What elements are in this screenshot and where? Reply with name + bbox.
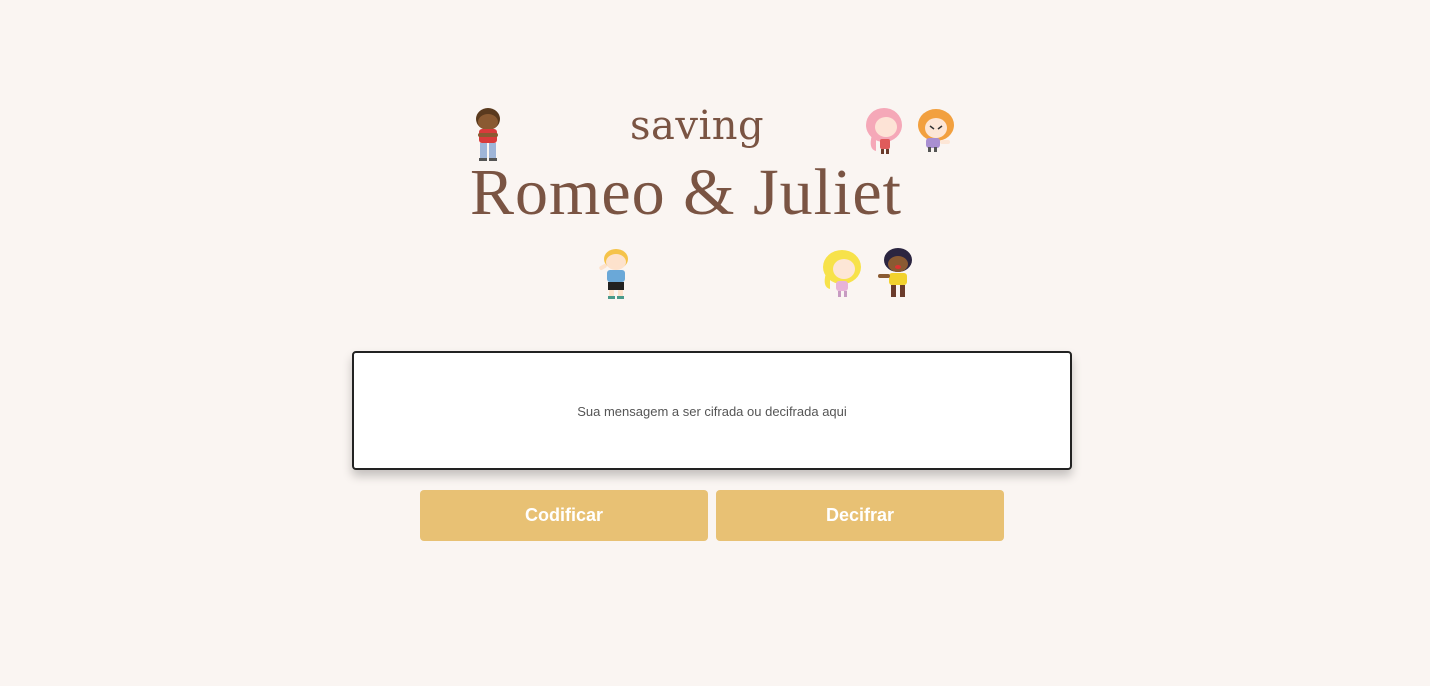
girl-blonde-icon <box>823 250 861 297</box>
logo: saving Romeo & Juliet <box>440 95 990 310</box>
logo-title: Romeo & Juliet <box>470 156 902 229</box>
page: saving Romeo & Juliet Sua mensagem a ser… <box>0 0 1430 686</box>
message-input[interactable] <box>352 351 1072 470</box>
girl-orange-hair-icon <box>918 109 954 152</box>
boy-dark-hair-yellow-shirt-icon <box>878 248 912 297</box>
girl-pink-hair-icon <box>866 108 902 154</box>
boy-brown-red-shirt-icon <box>476 108 500 161</box>
encode-button[interactable]: Codificar <box>420 490 708 541</box>
decode-button[interactable]: Decifrar <box>716 490 1004 541</box>
boy-blonde-blue-shirt-icon <box>599 249 628 299</box>
logo-subtitle: saving <box>630 103 765 149</box>
